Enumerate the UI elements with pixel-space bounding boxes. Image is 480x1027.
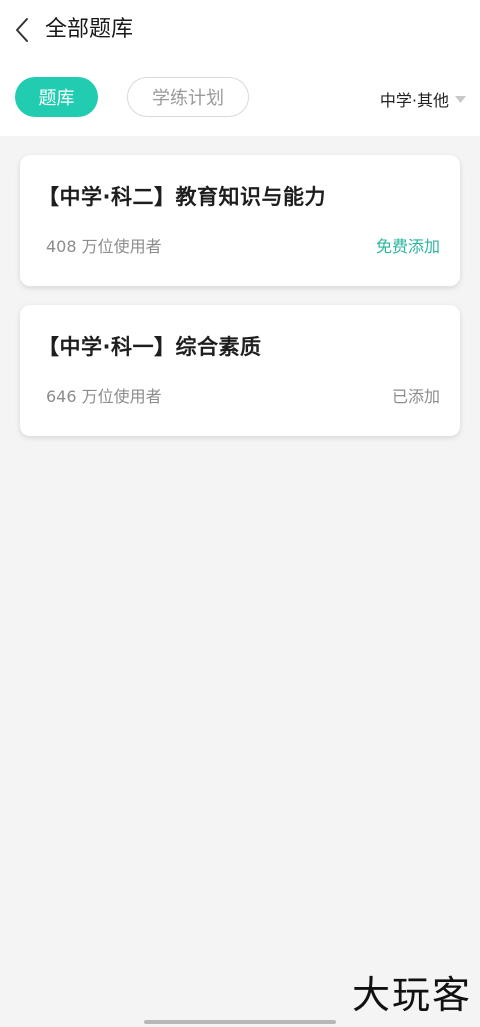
filter-label: 中学·其他 [379, 91, 449, 110]
add-free-button[interactable]: 免费添加 [376, 235, 440, 259]
chevron-left-icon [16, 18, 28, 42]
caret-down-icon [455, 95, 466, 103]
user-count: 408 万位使用者 [46, 237, 162, 256]
question-bank-card[interactable]: 【中学·科一】综合素质 646 万位使用者 已添加 [20, 305, 460, 436]
question-bank-card[interactable]: 【中学·科二】教育知识与能力 408 万位使用者 免费添加 [20, 155, 460, 286]
tab-study-plan[interactable]: 学练计划 [127, 77, 249, 117]
back-button[interactable] [8, 12, 36, 48]
tab-bar: 题库 学练计划 中学·其他 [0, 60, 480, 136]
home-indicator [144, 1020, 336, 1024]
page-title: 全部题库 [45, 17, 134, 42]
card-title: 【中学·科一】综合素质 [38, 335, 262, 359]
tab-question-bank[interactable]: 题库 [15, 77, 98, 117]
added-status: 已添加 [391, 387, 440, 406]
watermark-logo: 大玩客 [351, 973, 472, 1017]
top-bar: 全部题库 [0, 0, 480, 60]
level-filter-dropdown[interactable]: 中学·其他 [380, 87, 466, 111]
user-count: 646 万位使用者 [46, 387, 162, 406]
card-title: 【中学·科二】教育知识与能力 [38, 185, 326, 209]
